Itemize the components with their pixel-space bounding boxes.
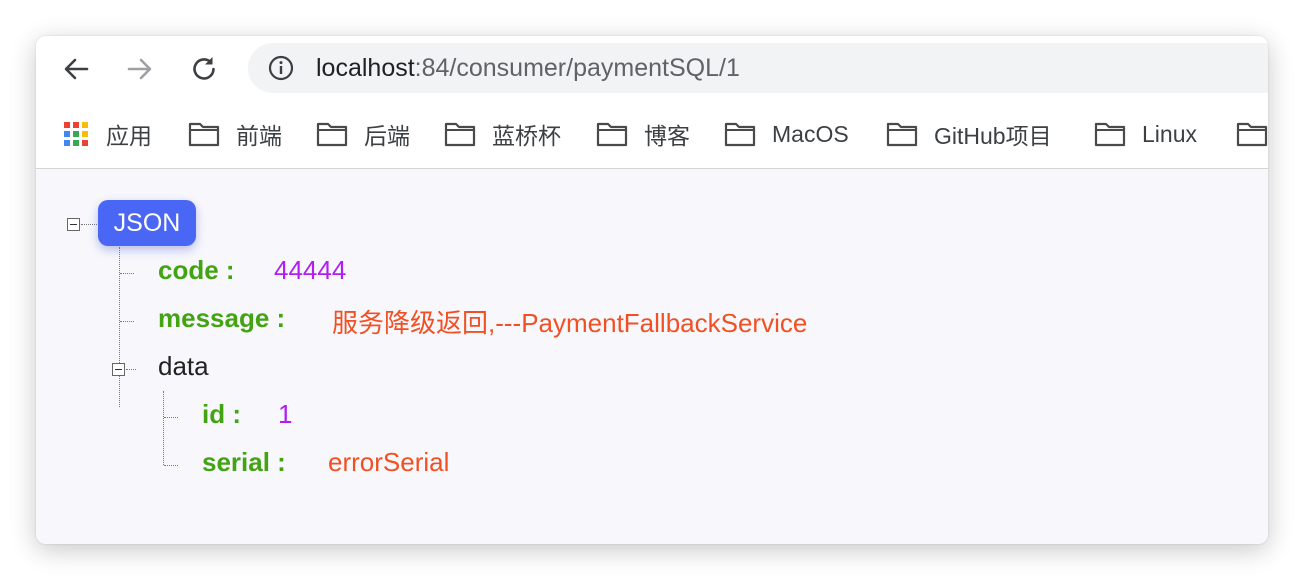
bookmark-folder[interactable] bbox=[1236, 119, 1268, 149]
bookmark-folder[interactable]: 前端 bbox=[188, 119, 282, 149]
tree-connector bbox=[120, 273, 134, 274]
url-host: localhost bbox=[316, 54, 415, 82]
tree-connector bbox=[81, 224, 97, 225]
folder-icon bbox=[316, 122, 348, 147]
bookmark-folder[interactable]: 蓝桥杯 bbox=[444, 119, 561, 149]
folder-icon bbox=[1236, 122, 1268, 147]
id-value: 1 bbox=[278, 399, 293, 429]
folder-icon bbox=[596, 122, 628, 147]
id-key: id : bbox=[202, 399, 241, 429]
bookmark-folder[interactable]: Linux bbox=[1094, 119, 1197, 149]
folder-icon bbox=[1094, 122, 1126, 147]
message-key: message : bbox=[158, 303, 286, 333]
folder-icon bbox=[444, 122, 476, 147]
bookmark-label: MacOS bbox=[772, 120, 849, 147]
bookmark-folder[interactable]: GitHub项目 bbox=[886, 119, 1052, 149]
info-icon[interactable] bbox=[268, 55, 294, 81]
serial-key: serial : bbox=[202, 447, 286, 477]
bookmark-label: 博客 bbox=[644, 123, 690, 149]
reload-icon bbox=[193, 57, 215, 80]
bookmark-folder[interactable]: 博客 bbox=[596, 119, 690, 149]
bookmark-label: GitHub项目 bbox=[934, 123, 1052, 149]
bookmark-label: Linux bbox=[1142, 120, 1197, 147]
json-root-badge[interactable]: JSON bbox=[98, 200, 196, 246]
bookmark-folder[interactable]: MacOS bbox=[724, 119, 849, 149]
reload-button[interactable] bbox=[184, 49, 224, 89]
tree-connector bbox=[164, 465, 178, 466]
arrow-right-icon bbox=[127, 58, 152, 80]
collapse-root-toggle[interactable] bbox=[67, 218, 80, 231]
bookmark-folder[interactable]: 后端 bbox=[316, 119, 410, 149]
message-value: 服务降级返回,---PaymentFallbackService bbox=[332, 308, 808, 338]
arrow-left-icon bbox=[64, 58, 89, 80]
browser-toolbar: localhost:84/consumer/paymentSQL/1 bbox=[36, 36, 1268, 102]
tree-connector bbox=[164, 417, 178, 418]
url-path: :84/consumer/paymentSQL/1 bbox=[414, 54, 740, 82]
bookmarks-bar: 应用 前端 后端 蓝桥杯 博客 MacOS GitHub项目 Linux bbox=[36, 102, 1268, 169]
tree-connector bbox=[126, 369, 136, 370]
tree-guide bbox=[163, 391, 164, 465]
bookmark-label: 后端 bbox=[364, 123, 410, 149]
folder-icon bbox=[724, 122, 756, 147]
folder-icon bbox=[188, 122, 220, 147]
bookmark-label: 应用 bbox=[106, 123, 152, 149]
bookmark-apps[interactable]: 应用 bbox=[62, 119, 152, 149]
back-button[interactable] bbox=[56, 49, 96, 89]
browser-window: localhost:84/consumer/paymentSQL/1 应用 前端 bbox=[36, 36, 1268, 544]
tree-connector bbox=[120, 321, 134, 322]
code-key: code : bbox=[158, 255, 235, 285]
folder-icon bbox=[886, 122, 918, 147]
url-text[interactable]: localhost:84/consumer/paymentSQL/1 bbox=[316, 55, 740, 81]
forward-button[interactable] bbox=[120, 49, 160, 89]
bookmark-label: 蓝桥杯 bbox=[492, 123, 561, 149]
serial-value: errorSerial bbox=[328, 447, 450, 477]
apps-grid-icon bbox=[64, 122, 88, 146]
code-value: 44444 bbox=[274, 255, 347, 285]
address-bar[interactable]: localhost:84/consumer/paymentSQL/1 bbox=[248, 43, 1268, 93]
tree-guide bbox=[119, 247, 120, 407]
bookmark-label: 前端 bbox=[236, 123, 282, 149]
json-viewer: JSON code : 44444 message : 服务降级返回,---Pa… bbox=[36, 169, 1268, 544]
collapse-data-toggle[interactable] bbox=[112, 363, 125, 376]
data-key[interactable]: data bbox=[158, 351, 209, 382]
